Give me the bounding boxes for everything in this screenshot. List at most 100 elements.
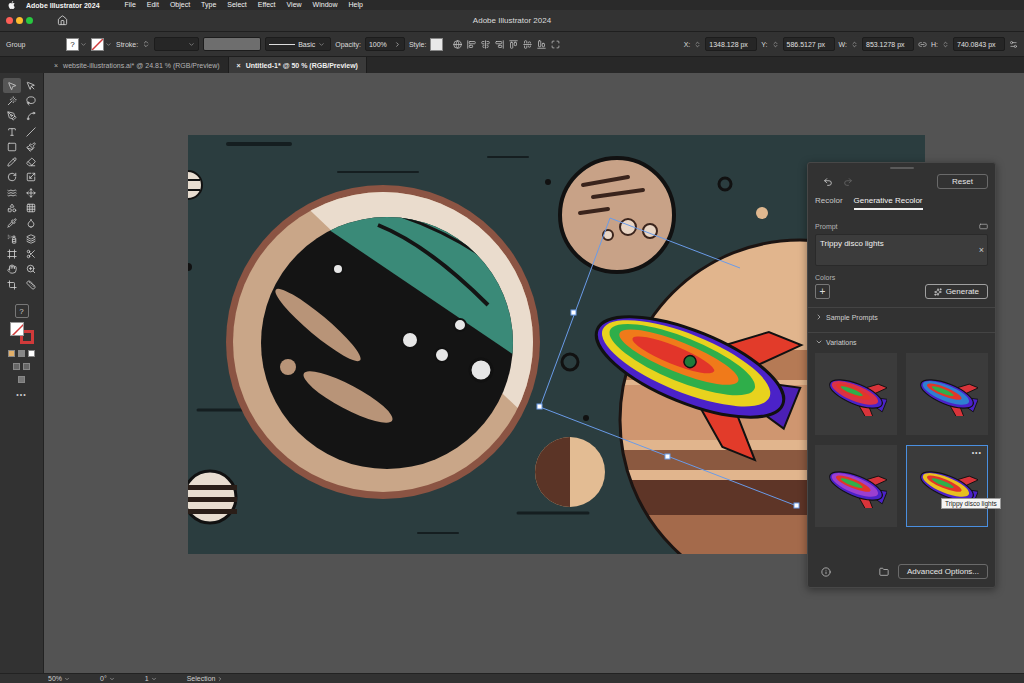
align-icon[interactable] [481,40,490,49]
add-color-button[interactable]: + [815,284,830,299]
tool-button[interactable] [3,109,21,124]
tool-button[interactable] [22,170,40,185]
stroke-control[interactable] [91,38,112,51]
align-icon[interactable] [495,40,504,49]
menu-item[interactable]: Window [313,0,338,10]
coordinate-field[interactable]: 853.1278 px [862,37,914,51]
app-menu[interactable]: Adobe Illustrator 2024 [26,2,100,9]
tool-button[interactable] [22,139,40,154]
align-icon[interactable] [537,40,546,49]
tool-button[interactable] [22,78,40,93]
section-header[interactable]: Variations [815,333,988,349]
document-tab[interactable]: ×website-illustrations.ai* @ 24.81 % (RG… [46,57,229,73]
link-icon[interactable] [918,40,927,49]
fill-color[interactable] [10,322,24,336]
tool-button[interactable] [3,246,21,261]
screen-mode[interactable] [18,376,25,383]
close-button[interactable] [6,17,13,24]
tool-button[interactable] [22,93,40,108]
more-button[interactable]: ••• [972,449,982,456]
stepper-icon[interactable] [851,41,858,48]
tool-button[interactable] [3,200,21,215]
fill-control[interactable]: ? [66,38,87,51]
current-tool[interactable]: Selection [187,674,224,683]
none-mode[interactable] [28,350,35,357]
fill-swatch[interactable]: ? [66,38,79,51]
variation-card[interactable] [815,445,897,527]
help-button[interactable]: ? [15,304,29,318]
menu-item[interactable]: Select [227,0,246,10]
home-button[interactable] [57,15,68,26]
fill-stroke-control[interactable] [10,322,34,344]
draw-mode[interactable] [13,363,20,370]
style-swatch[interactable] [430,38,443,51]
tool-button[interactable] [3,139,21,154]
coordinate-field[interactable]: 1348.128 px [705,37,757,51]
clear-button[interactable]: × [979,245,984,255]
tool-button[interactable] [3,154,21,169]
tool-button[interactable] [3,93,21,108]
draw-mode[interactable] [23,363,30,370]
tool-button[interactable] [3,231,21,246]
tool-button[interactable] [22,216,40,231]
info-icon[interactable] [821,567,831,577]
panel-tab[interactable]: Recolor [815,196,843,210]
stepper-icon[interactable] [142,40,150,48]
menu-item[interactable]: Object [170,0,190,10]
panel-handle[interactable] [890,167,914,169]
brush-field[interactable]: Basic [265,37,331,51]
recolor-icon[interactable] [453,40,462,49]
advanced-options-button[interactable]: Advanced Options... [898,564,988,579]
tool-button[interactable] [3,216,21,231]
transform-icon[interactable] [551,40,560,49]
menu-item[interactable]: Help [349,0,363,10]
color-mode[interactable] [8,350,15,357]
tool-button[interactable] [22,231,40,246]
tool-button[interactable] [3,277,21,292]
tool-button[interactable] [22,154,40,169]
variation-card[interactable] [906,353,988,435]
align-icon[interactable] [467,40,476,49]
coordinate-field[interactable]: 586.5127 px [783,37,835,51]
coordinate-field[interactable]: 740.0843 px [953,37,1005,51]
tool-button[interactable] [22,185,40,200]
tool-button[interactable] [22,200,40,215]
undo-icon[interactable] [823,177,833,187]
redo-icon[interactable] [843,177,853,187]
opacity-field[interactable]: 100% [365,37,405,51]
rotation-field[interactable]: 0° [100,674,115,683]
stepper-icon[interactable] [942,41,949,48]
tool-button[interactable] [3,185,21,200]
menu-item[interactable]: View [287,0,302,10]
gradient-mode[interactable] [18,350,25,357]
align-icon[interactable] [523,40,532,49]
expand-field-icon[interactable] [979,222,988,231]
menu-item[interactable]: Type [201,0,216,10]
tab-close[interactable]: × [54,62,58,69]
tool-button[interactable] [3,262,21,277]
variable-width-field[interactable] [203,37,261,51]
tool-button[interactable] [3,124,21,139]
tool-button[interactable] [22,277,40,292]
zoom-button[interactable] [26,17,33,24]
menu-item[interactable]: Effect [258,0,276,10]
menu-item[interactable]: Edit [147,0,159,10]
generate-button[interactable]: Generate [925,284,988,299]
tool-button[interactable] [22,109,40,124]
tool-button[interactable] [3,170,21,185]
variation-card[interactable] [815,353,897,435]
tab-close[interactable]: × [237,62,241,69]
variation-card[interactable]: •••Trippy disco lights [906,445,988,527]
stepper-icon[interactable] [694,41,701,48]
stepper-icon[interactable] [772,41,779,48]
more-tools[interactable]: ••• [16,391,26,398]
section-header[interactable]: Sample Prompts [815,308,988,324]
minimize-button[interactable] [16,17,23,24]
panel-tab[interactable]: Generative Recolor [854,196,923,210]
canvas[interactable]: ResetRecolorGenerative RecolorPromptTrip… [44,73,1024,673]
tool-button[interactable] [22,262,40,277]
artboard-field[interactable]: 1 [145,674,157,683]
menu-item[interactable]: File [125,0,136,10]
prompt-field[interactable]: Trippy disco lights× [815,234,988,266]
settings-icon[interactable] [1009,40,1018,49]
